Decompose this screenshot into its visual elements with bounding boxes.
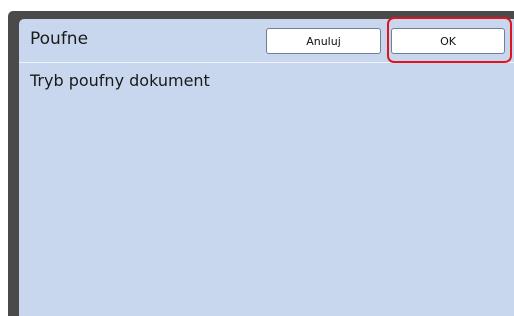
- confidential-mode-label: Tryb poufny dokument: [30, 71, 210, 90]
- ok-button[interactable]: OK: [391, 28, 505, 54]
- confidential-dialog: Poufne Anuluj OK Tryb poufny dokument: [19, 17, 514, 316]
- dialog-title: Poufne: [30, 29, 89, 49]
- cancel-button[interactable]: Anuluj: [266, 28, 381, 54]
- dialog-header: Poufne Anuluj OK: [19, 17, 514, 63]
